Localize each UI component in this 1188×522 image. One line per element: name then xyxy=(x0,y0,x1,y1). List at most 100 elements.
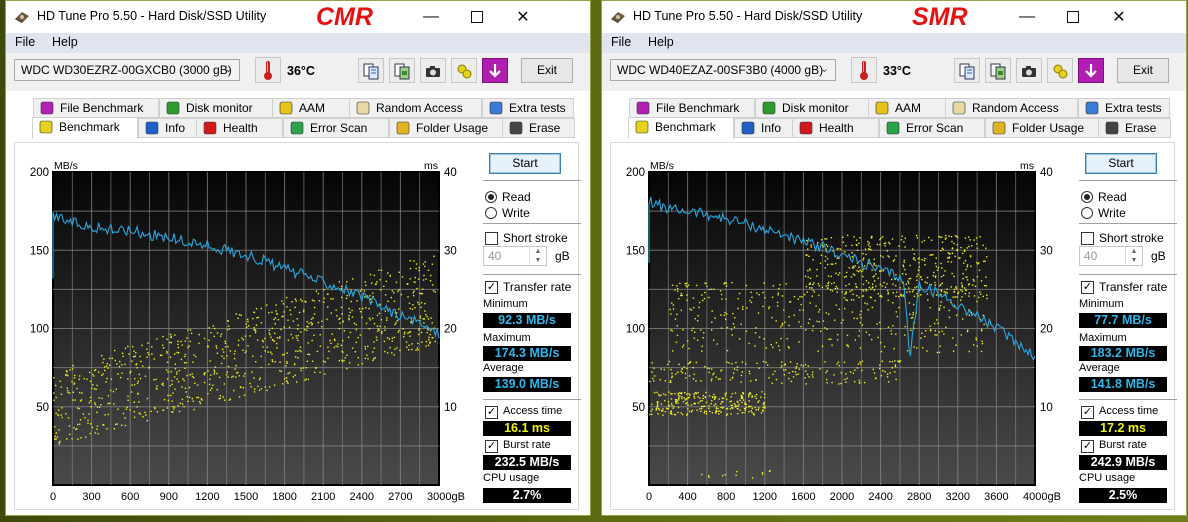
copy-text-button[interactable] xyxy=(358,58,384,83)
access-time-point xyxy=(772,346,774,349)
short-stroke-checkbox[interactable] xyxy=(1081,232,1094,245)
access-time-point xyxy=(348,362,351,364)
menu-file[interactable]: File xyxy=(15,35,35,49)
close-button[interactable]: ✕ xyxy=(500,1,546,33)
access-time-point xyxy=(872,283,874,285)
tab-folder-usage[interactable]: Folder Usage xyxy=(985,118,1100,138)
exit-button[interactable]: Exit xyxy=(1117,58,1169,83)
access-time-point xyxy=(379,325,381,328)
access-time-point xyxy=(340,306,343,309)
save-button[interactable] xyxy=(482,58,508,83)
read-radio[interactable] xyxy=(485,191,497,203)
screenshot-button[interactable] xyxy=(1016,58,1042,83)
tab-file-benchmark[interactable]: File Benchmark xyxy=(629,98,755,118)
tab-benchmark[interactable]: Benchmark xyxy=(32,117,138,139)
access-time-point xyxy=(191,375,194,378)
spin-arrows-icon[interactable]: ▲ ▼ xyxy=(529,247,546,265)
tab-health[interactable]: Health xyxy=(792,118,879,138)
access-time-point xyxy=(663,399,666,402)
access-time-point xyxy=(147,342,149,344)
tab-disk-monitor[interactable]: Disk monitor xyxy=(755,98,881,118)
tab-folder-usage[interactable]: Folder Usage xyxy=(389,118,504,138)
access-time-point xyxy=(174,368,177,370)
start-button[interactable]: Start xyxy=(1085,153,1157,174)
transfer-rate-checkbox[interactable]: ✓ xyxy=(485,281,498,294)
read-radio[interactable] xyxy=(1081,191,1093,203)
menu-file[interactable]: File xyxy=(611,35,631,49)
access-time-point xyxy=(116,363,118,365)
tab-erase[interactable]: Erase xyxy=(1098,118,1171,138)
maximize-button[interactable] xyxy=(454,1,500,33)
access-time-point xyxy=(156,388,158,390)
access-time-point xyxy=(89,380,92,382)
screenshot-button[interactable] xyxy=(420,58,446,83)
short-stroke-checkbox[interactable] xyxy=(485,232,498,245)
burst-rate-checkbox[interactable]: ✓ xyxy=(485,440,498,453)
tab-error-scan[interactable]: Error Scan xyxy=(283,118,389,138)
start-button[interactable]: Start xyxy=(489,153,561,174)
access-time-point xyxy=(66,438,68,440)
tab-erase[interactable]: Erase xyxy=(502,118,575,138)
access-time-point xyxy=(780,366,782,369)
access-time-point xyxy=(808,318,811,320)
access-time-checkbox[interactable]: ✓ xyxy=(485,406,498,419)
copy-text-button[interactable] xyxy=(954,58,980,83)
tab-extra-tests[interactable]: Extra tests xyxy=(1078,98,1170,118)
access-time-point xyxy=(827,313,830,315)
write-radio[interactable] xyxy=(485,207,497,219)
tab-random-access[interactable]: Random Access xyxy=(349,98,482,118)
access-time-point xyxy=(824,327,826,329)
access-time-point xyxy=(268,311,270,314)
transfer-rate-checkbox[interactable]: ✓ xyxy=(1081,281,1094,294)
tab-benchmark[interactable]: Benchmark xyxy=(628,117,734,139)
access-time-point xyxy=(678,397,680,399)
burst-rate-checkbox[interactable]: ✓ xyxy=(1081,440,1094,453)
access-time-point xyxy=(771,296,774,298)
access-time-checkbox[interactable]: ✓ xyxy=(1081,406,1094,419)
write-radio[interactable] xyxy=(1081,207,1093,219)
tab-random-access[interactable]: Random Access xyxy=(945,98,1078,118)
drive-select[interactable]: WDC WD30EZRZ-00GXCB0 (3000 gB) ⌄ xyxy=(14,59,240,81)
access-time-point xyxy=(133,384,136,386)
access-time-point xyxy=(107,413,109,416)
access-time-point xyxy=(852,293,854,296)
access-time-point xyxy=(296,337,298,339)
access-time-point xyxy=(222,396,224,398)
access-time-point xyxy=(820,254,823,257)
tab-error-scan[interactable]: Error Scan xyxy=(879,118,985,138)
access-time-point xyxy=(162,335,164,338)
maximize-button[interactable] xyxy=(1050,1,1096,33)
copy-screenshot-button[interactable] xyxy=(985,58,1011,83)
access-time-point xyxy=(780,326,782,328)
exit-button[interactable]: Exit xyxy=(521,58,573,83)
access-time-point xyxy=(861,324,864,326)
close-button[interactable]: ✕ xyxy=(1096,1,1142,33)
tab-disk-monitor[interactable]: Disk monitor xyxy=(159,98,285,118)
options-button[interactable] xyxy=(451,58,477,83)
temperature-button[interactable] xyxy=(851,57,877,83)
menu-help[interactable]: Help xyxy=(648,35,674,49)
minimize-button[interactable]: — xyxy=(408,1,454,33)
tab-extra-tests[interactable]: Extra tests xyxy=(482,98,574,118)
tab-aam[interactable]: AAM xyxy=(272,98,352,118)
temperature-button[interactable] xyxy=(255,57,281,83)
short-stroke-size-input[interactable]: 40 ▲ ▼ xyxy=(1079,246,1143,266)
options-button[interactable] xyxy=(1047,58,1073,83)
short-stroke-size-input[interactable]: 40 ▲ ▼ xyxy=(483,246,547,266)
access-time-point xyxy=(869,296,872,298)
minimize-button[interactable]: — xyxy=(1004,1,1050,33)
drive-select[interactable]: WDC WD40EZAZ-00SF3B0 (4000 gB) ⌄ xyxy=(610,59,836,81)
access-time-point xyxy=(107,402,109,405)
menu-help[interactable]: Help xyxy=(52,35,78,49)
tab-aam[interactable]: AAM xyxy=(868,98,948,118)
spin-arrows-icon[interactable]: ▲ ▼ xyxy=(1125,247,1142,265)
access-time-point xyxy=(956,248,959,251)
access-time-point xyxy=(715,407,717,410)
access-time-point xyxy=(750,291,752,294)
tab-file-benchmark[interactable]: File Benchmark xyxy=(33,98,159,118)
save-button[interactable] xyxy=(1078,58,1104,83)
copy-screenshot-button[interactable] xyxy=(389,58,415,83)
tab-health[interactable]: Health xyxy=(196,118,283,138)
access-time-point xyxy=(201,399,203,401)
extra-tests-icon xyxy=(1084,100,1100,116)
